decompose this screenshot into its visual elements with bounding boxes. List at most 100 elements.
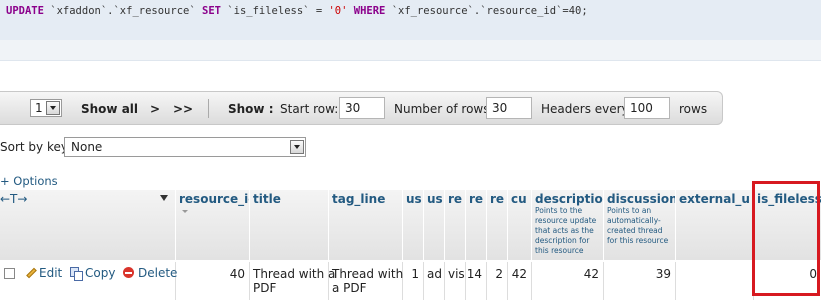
column-header-label: re (490, 192, 504, 206)
column-header-label: resource_id (179, 192, 249, 206)
copy-button[interactable]: Copy (70, 266, 116, 281)
column-header-tag-line[interactable]: tag_line (329, 190, 403, 260)
sql-identifier-where: `xf_resource`.`resource_id` (391, 5, 563, 17)
column-header-label: title (253, 192, 281, 206)
cell-value: PDF (253, 281, 277, 295)
column-header-cu[interactable]: cu (508, 190, 532, 260)
column-header-re[interactable]: re (487, 190, 508, 260)
cell-value: 42 (583, 267, 599, 281)
delete-icon (123, 267, 134, 278)
copy-icon (70, 267, 83, 281)
cell-value: Thread with (332, 267, 404, 281)
cell-tag-line[interactable]: Thread with a PDF (329, 262, 403, 300)
cell-value: Thread with a (253, 267, 336, 281)
divider (0, 60, 821, 61)
divider (208, 99, 209, 118)
sql-identifier-column: `is_fileless` (227, 5, 310, 17)
cell-value: 39 (655, 267, 671, 281)
rows-label: rows (679, 102, 708, 116)
column-header-controls: ←T→ (0, 190, 176, 260)
chevron-down-icon (290, 140, 304, 154)
column-header-label: re (448, 192, 462, 206)
show-all-button[interactable]: Show all (81, 102, 138, 116)
column-header-label: us (406, 192, 422, 206)
table-header: ←T→ resource_id title tag_line us us re … (0, 190, 821, 260)
delete-button[interactable]: Delete (123, 266, 177, 280)
cell-value: vis (448, 267, 465, 281)
column-header-resource-id[interactable]: resource_id (176, 190, 250, 260)
column-header-us[interactable]: us (424, 190, 445, 260)
sort-by-key-value: None (71, 140, 103, 154)
column-header-external-url[interactable]: external_url (676, 190, 754, 260)
last-page-button[interactable]: >> (173, 102, 193, 116)
cell-value: 2 (495, 267, 503, 281)
sort-triangle-icon[interactable] (160, 195, 168, 201)
cell-value: 1 (411, 267, 419, 281)
column-header-description[interactable]: description_ Points to the resource upda… (532, 190, 604, 260)
sql-string-value: '0' (328, 5, 348, 17)
cell-external-url[interactable] (676, 262, 754, 300)
pencil-icon (25, 267, 36, 278)
sql-keyword-update: UPDATE (6, 5, 44, 17)
cell-discussion[interactable]: 39 (604, 262, 676, 300)
cell-us[interactable]: ad (424, 262, 445, 300)
number-of-rows-label: Number of rows: (394, 102, 494, 116)
cell-re[interactable]: vis (445, 262, 466, 300)
headers-every-label: Headers every (541, 102, 629, 116)
copy-label: Copy (85, 266, 116, 280)
column-header-re[interactable]: re (445, 190, 466, 260)
spacer-band (0, 40, 821, 60)
start-row-input[interactable]: 30 (339, 97, 385, 119)
options-link[interactable]: + Options (0, 174, 58, 188)
cell-value: 14 (466, 267, 482, 281)
edit-button[interactable]: Edit (25, 266, 62, 280)
edit-label: Edit (39, 266, 63, 280)
column-header-re[interactable]: re (466, 190, 487, 260)
column-header-label: external_url (679, 192, 751, 206)
column-expand-toggle[interactable]: ←T→ (0, 192, 27, 206)
column-comment: Points to the resource update that acts … (535, 206, 597, 255)
column-header-title[interactable]: title (250, 190, 329, 260)
row-select-checkbox[interactable] (4, 268, 15, 279)
sort-by-key-select[interactable]: None (64, 137, 306, 157)
column-header-label: re (469, 192, 483, 206)
next-page-button[interactable]: > (150, 102, 160, 116)
cell-title[interactable]: Thread with a PDF (250, 262, 335, 300)
sql-operator: = (315, 5, 323, 17)
cell-value: 42 (511, 267, 527, 281)
column-header-label: description_ (535, 192, 603, 206)
highlight-box (752, 181, 820, 296)
cell-re[interactable]: 2 (487, 262, 508, 300)
show-button[interactable]: Show : (228, 102, 274, 116)
number-of-rows-input[interactable]: 30 (486, 97, 532, 119)
page-select[interactable]: 1 (30, 99, 62, 117)
column-header-discussion[interactable]: discussion_ Points to an automatically-c… (604, 190, 676, 260)
column-comment: Points to an automatically-created threa… (607, 206, 669, 245)
column-header-label: discussion_ (607, 192, 675, 206)
sql-query-box: UPDATE `xfaddon`.`xf_resource` SET `is_f… (0, 0, 821, 40)
cell-resource-id[interactable]: 40 (176, 262, 250, 300)
navigation-bar: 1 Show all > >> Show : Start row: 30 Num… (0, 91, 723, 125)
column-header-us[interactable]: us (403, 190, 424, 260)
cell-re[interactable]: 14 (466, 262, 487, 300)
cell-value: ad (427, 267, 442, 281)
sort-by-key-label: Sort by key: (0, 140, 72, 154)
column-header-label: cu (511, 192, 527, 206)
sql-keyword-where: WHERE (353, 5, 386, 17)
page-select-value: 1 (35, 101, 43, 115)
sql-keyword-set: SET (202, 5, 221, 17)
cell-value: a PDF (332, 281, 367, 295)
cell-description[interactable]: 42 (532, 262, 604, 300)
sql-identifier-table: `xfaddon`.`xf_resource` (50, 5, 196, 17)
sql-query: UPDATE `xfaddon`.`xf_resource` SET `is_f… (6, 5, 588, 17)
cell-us[interactable]: 1 (403, 262, 424, 300)
cell-cu[interactable]: 42 (508, 262, 532, 300)
headers-every-input[interactable]: 100 (624, 97, 670, 119)
start-row-label: Start row: (280, 102, 339, 116)
chevron-down-icon (46, 101, 60, 115)
delete-label: Delete (138, 266, 178, 280)
sort-indicator-icon (182, 210, 188, 213)
column-header-label: us (427, 192, 443, 206)
cell-value: 40 (229, 267, 245, 281)
sql-where-tail: =40; (562, 5, 588, 17)
